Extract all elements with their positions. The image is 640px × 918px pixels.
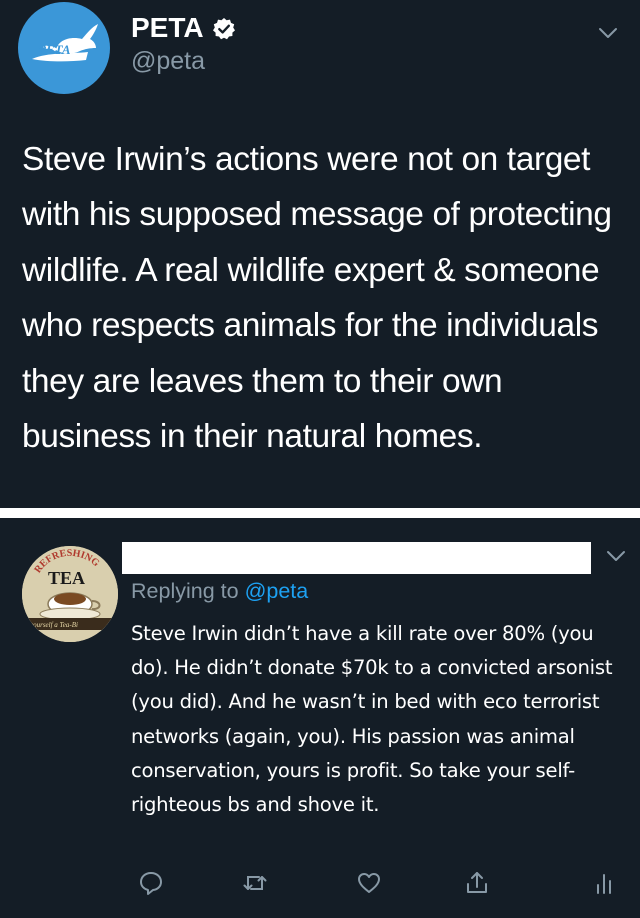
display-name-row[interactable]: PETA <box>131 12 236 44</box>
peta-logo-text: PETA <box>38 42 71 57</box>
chevron-down-icon[interactable] <box>606 549 626 563</box>
tea-avatar[interactable]: REFRESHING TEA yourself a Tea-Bi <box>22 546 118 642</box>
reply-tweet: REFRESHING TEA yourself a Tea-Bi Replyin… <box>0 518 640 918</box>
replying-to-label: Replying to <box>131 579 239 603</box>
tea-logo-icon: REFRESHING TEA yourself a Tea-Bi <box>22 546 118 642</box>
replying-to-mention[interactable]: @peta <box>245 579 309 603</box>
display-name[interactable]: PETA <box>131 12 204 44</box>
tweet-action-bar <box>130 862 630 902</box>
reply-text: Steve Irwin didn’t have a kill rate over… <box>131 622 613 817</box>
chevron-down-icon[interactable] <box>598 26 618 40</box>
reply-icon[interactable] <box>138 870 164 896</box>
retweet-icon[interactable] <box>242 870 268 896</box>
peta-tweet: PETA PETA @peta Steve Irwin’s actions we… <box>0 0 640 508</box>
share-icon[interactable] <box>464 870 490 896</box>
peta-logo-icon: PETA <box>32 24 98 62</box>
replying-to-line: Replying to @peta <box>131 578 308 604</box>
tea-logo-main-text: TEA <box>48 568 85 588</box>
tweet-text: Steve Irwin’s actions were not on target… <box>22 141 612 456</box>
tea-logo-banner-text: yourself a Tea-Bi <box>29 621 78 629</box>
verified-badge-icon <box>212 16 236 40</box>
like-icon[interactable] <box>356 870 382 896</box>
analytics-icon[interactable] <box>592 870 618 896</box>
peta-avatar[interactable]: PETA <box>18 2 110 94</box>
user-handle[interactable]: @peta <box>131 47 205 75</box>
redacted-username-bar <box>122 542 591 574</box>
